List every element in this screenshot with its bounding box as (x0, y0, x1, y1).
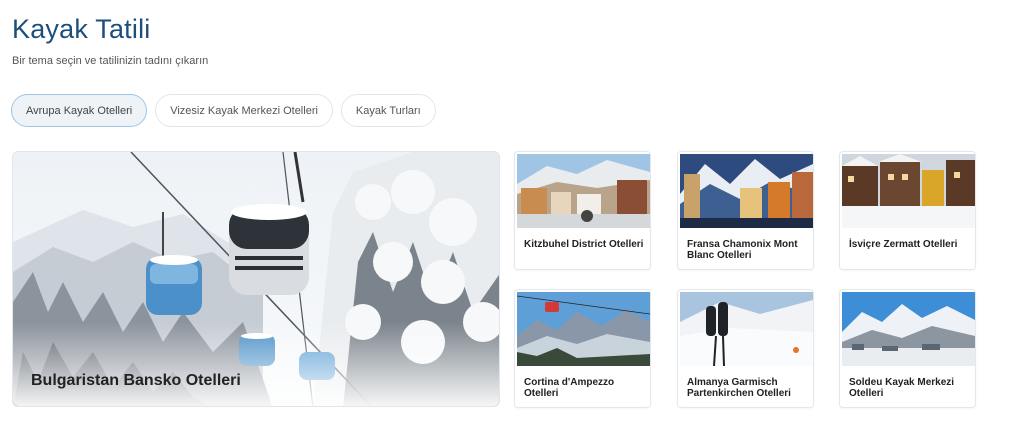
tab-ski-tours[interactable]: Kayak Turları (340, 94, 436, 127)
theme-tabs: Avrupa Kayak Otelleri Vizesiz Kayak Merk… (11, 94, 436, 127)
garmisch-image (680, 292, 813, 366)
card-chamonix[interactable]: Fransa Chamonix Mont Blanc Otelleri (677, 151, 814, 270)
featured-card-bansko[interactable]: Bulgaristan Bansko Otelleri (12, 151, 500, 407)
card-label: Fransa Chamonix Mont Blanc Otelleri (687, 239, 798, 261)
card-label: İsviçre Zermatt Otelleri (849, 239, 958, 250)
card-cortina[interactable]: Cortina d'Ampezzo Otelleri (514, 289, 651, 408)
card-label: Almanya Garmisch Partenkirchen Otelleri (687, 377, 791, 399)
bansko-gondola-image (13, 152, 499, 406)
zermatt-image (842, 154, 975, 228)
page-subtitle: Bir tema seçin ve tatilinizin tadını çık… (12, 55, 209, 67)
tab-visa-free-ski-hotels[interactable]: Vizesiz Kayak Merkezi Otelleri (155, 94, 333, 127)
card-kitzbuhel[interactable]: Kitzbuhel District Otelleri (514, 151, 651, 270)
cortina-image (517, 292, 650, 366)
page-title: Kayak Tatili (12, 14, 151, 44)
chamonix-image (680, 154, 813, 228)
card-label: Soldeu Kayak Merkezi Otelleri (849, 377, 955, 399)
kitzbuhel-image (517, 154, 650, 228)
card-soldeu[interactable]: Soldeu Kayak Merkezi Otelleri (839, 289, 976, 408)
card-label: Kitzbuhel District Otelleri (524, 239, 644, 250)
card-zermatt[interactable]: İsviçre Zermatt Otelleri (839, 151, 976, 270)
featured-card-label: Bulgaristan Bansko Otelleri (31, 372, 241, 389)
card-label: Cortina d'Ampezzo Otelleri (524, 377, 615, 399)
card-garmisch[interactable]: Almanya Garmisch Partenkirchen Otelleri (677, 289, 814, 408)
soldeu-image (842, 292, 975, 366)
tab-europe-ski-hotels[interactable]: Avrupa Kayak Otelleri (11, 94, 148, 127)
